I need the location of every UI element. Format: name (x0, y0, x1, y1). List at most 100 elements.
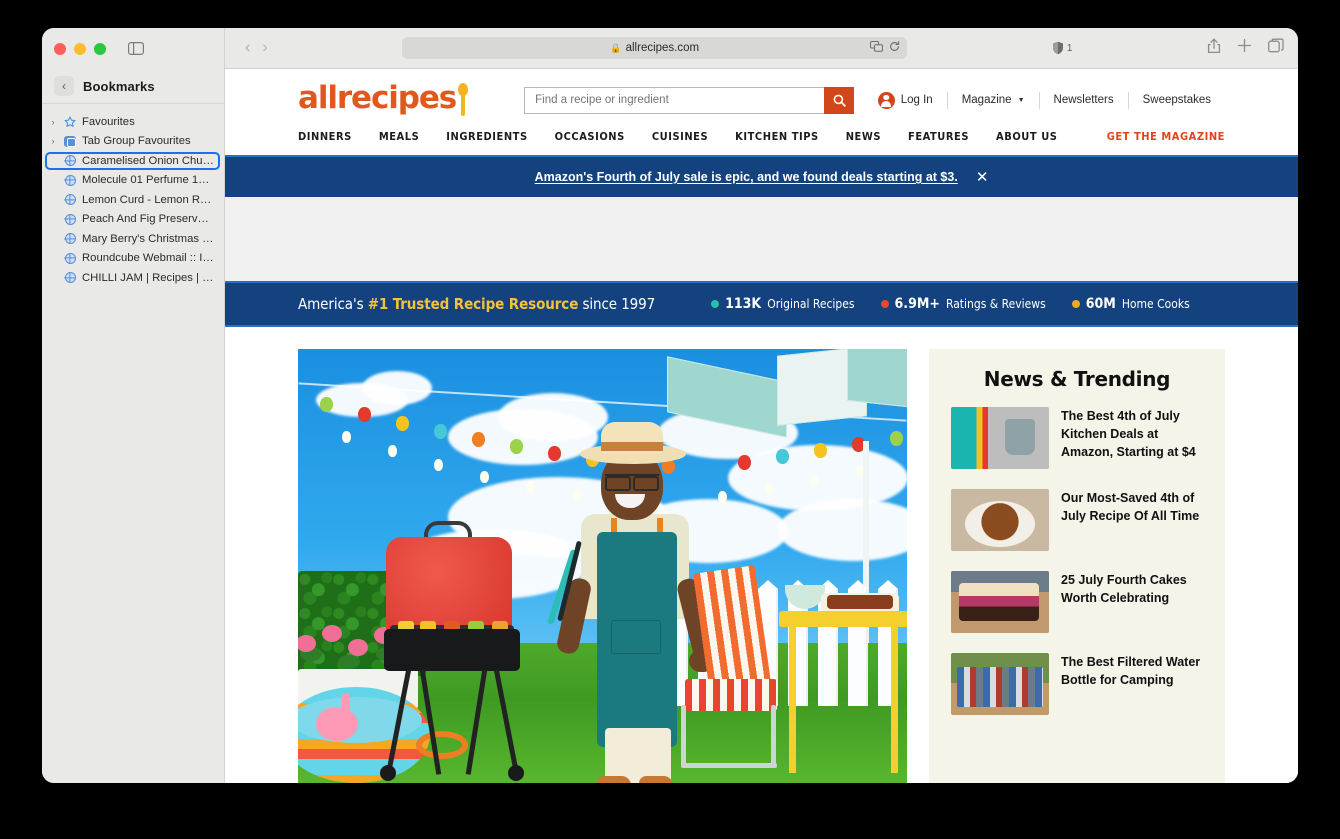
bookmark-item-lemon-curd[interactable]: Lemon Curd - Lemon Recip... (42, 190, 224, 210)
nav-item-features[interactable]: FEATURES (908, 130, 969, 143)
close-window-button[interactable] (54, 42, 66, 55)
tagline-prefix: America's (298, 295, 368, 313)
nav-item-dinners[interactable]: DINNERS (298, 130, 352, 143)
allrecipes-logo[interactable]: allrecipes (298, 83, 469, 117)
star-icon (63, 116, 77, 128)
salad-bowl (785, 585, 825, 609)
login-link[interactable]: Log In (864, 91, 947, 109)
bookmark-item-chilli-jam[interactable]: CHILLI JAM | Recipes | Nigel... (42, 268, 224, 288)
stat-label: Ratings & Reviews (945, 297, 1046, 311)
nav-item-occasions[interactable]: OCCASIONS (555, 130, 625, 143)
bookmark-label: Favourites (82, 115, 135, 128)
string-light-bulb (434, 424, 447, 439)
stat-value: 60M (1085, 296, 1116, 312)
news-item-title: The Best 4th of July Kitchen Deals at Am… (1061, 409, 1196, 460)
bookmark-item-caramelised-onion-chutney[interactable]: Caramelised Onion Chutney... (42, 151, 224, 171)
promo-banner: Amazon's Fourth of July sale is epic, an… (225, 155, 1298, 197)
advertisement-placeholder (225, 197, 1298, 283)
grill-wheel (380, 765, 396, 781)
nav-item-ingredients[interactable]: INGREDIENTS (446, 130, 527, 143)
promo-link[interactable]: Amazon's Fourth of July sale is epic, an… (535, 170, 958, 184)
shield-count: 1 (1066, 42, 1073, 54)
news-panel-title: News & Trending (983, 367, 1171, 391)
bookmark-item-molecule-01-perfume[interactable]: Molecule 01 Perfume 100ml... (42, 171, 224, 191)
globe-icon (63, 155, 77, 167)
share-icon[interactable] (1207, 38, 1221, 59)
globe-icon (63, 174, 77, 186)
nav-item-about-us[interactable]: ABOUT US (996, 130, 1057, 143)
main-content: News & Trending The Best 4th of July Kit… (225, 327, 1298, 783)
stat-home-cooks: 60M Home Cooks (1071, 296, 1190, 312)
bookmark-label: CHILLI JAM | Recipes | Nigel... (82, 271, 215, 284)
news-item-title: 25 July Fourth Cakes Worth Celebrating (1061, 573, 1187, 606)
webpage-content: allrecipes Find a recipe or ingredient L… (225, 69, 1298, 783)
window-controls-bar (42, 28, 224, 69)
minimize-window-button[interactable] (74, 42, 86, 55)
globe-icon (63, 252, 77, 264)
sidebar-back-button[interactable]: ‹ (54, 76, 74, 96)
bookmark-folder-favourites[interactable]: › Favourites (42, 112, 224, 132)
translate-icon[interactable] (870, 41, 884, 55)
stat-label: Home Cooks (1121, 297, 1190, 311)
grill-wheel (508, 765, 524, 781)
magazine-dropdown[interactable]: Magazine ▼ (948, 94, 1039, 106)
privacy-report-button[interactable]: 1 (1052, 41, 1073, 55)
sweepstakes-link[interactable]: Sweepstakes (1129, 94, 1225, 106)
url-text: allrecipes.com (625, 42, 700, 54)
news-item[interactable]: Our Most-Saved 4th of July Recipe Of All… (951, 489, 1203, 551)
chevron-right-icon[interactable]: › (48, 136, 58, 146)
nav-item-meals[interactable]: MEALS (379, 130, 419, 143)
site-search[interactable] (524, 86, 855, 114)
sidebar-toggle-icon[interactable] (128, 42, 144, 55)
close-icon[interactable]: ✕ (976, 170, 989, 185)
search-button[interactable] (824, 86, 855, 114)
news-item[interactable]: The Best 4th of July Kitchen Deals at Am… (951, 407, 1203, 469)
search-input[interactable] (524, 86, 825, 114)
spoon-icon (457, 83, 469, 117)
stat-label: Original Recipes (767, 297, 855, 311)
bookmark-item-roundcube-webmail[interactable]: Roundcube Webmail :: Inbox (42, 249, 224, 269)
site-header: allrecipes Find a recipe or ingredient L… (225, 69, 1298, 117)
globe-icon (63, 194, 77, 206)
flamingo-float (316, 693, 358, 741)
maximize-window-button[interactable] (94, 42, 106, 55)
magazine-label: Magazine (961, 94, 1012, 106)
bookmark-label: Molecule 01 Perfume 100ml... (82, 174, 215, 187)
nav-item-cuisines[interactable]: CUISINES (652, 130, 708, 143)
back-arrow-icon[interactable]: ‹ (245, 39, 250, 57)
forward-arrow-icon[interactable]: › (262, 39, 267, 57)
string-light-bulb (526, 481, 535, 493)
address-bar[interactable]: 🔒 allrecipes.com (402, 37, 908, 59)
lock-icon: 🔒 (610, 42, 622, 53)
newsletters-link[interactable]: Newsletters (1040, 94, 1128, 106)
news-and-trending-panel: News & Trending The Best 4th of July Kit… (929, 349, 1225, 783)
bookmark-item-peach-and-fig-preserves[interactable]: Peach And Fig Preserves Re... (42, 210, 224, 230)
bookmark-folder-tab-group-favourites[interactable]: › Tab Group Favourites (42, 132, 224, 152)
baked-beans-thumb (951, 489, 1049, 551)
nav-item-news[interactable]: NEWS (846, 130, 881, 143)
get-the-magazine-link[interactable]: GET THE MAGAZINE (1107, 130, 1225, 143)
news-item[interactable]: The Best Filtered Water Bottle for Campi… (951, 653, 1203, 715)
reload-icon[interactable] (889, 41, 900, 55)
status-dot (711, 300, 720, 308)
status-dot (1071, 300, 1080, 308)
grill-lid (386, 537, 512, 633)
chevron-right-icon[interactable]: › (48, 117, 58, 127)
string-light-bulb (810, 475, 819, 487)
newsletters-label: Newsletters (1053, 94, 1114, 106)
nav-item-kitchen-tips[interactable]: KITCHEN TIPS (735, 130, 819, 143)
traffic-lights[interactable] (54, 42, 106, 55)
account-avatar-icon (877, 91, 895, 109)
hero-image[interactable] (298, 349, 907, 783)
news-item[interactable]: 25 July Fourth Cakes Worth Celebrating (951, 571, 1203, 633)
water-bottles-thumb (951, 653, 1049, 715)
stats-banner: America's #1 Trusted Recipe Resource sin… (225, 283, 1298, 327)
desktop-background: ‹ Bookmarks › Favourites › Tab Group Fav… (0, 0, 1340, 839)
bookmark-item-mary-berrys-christmas-chutney[interactable]: Mary Berry's Christmas chu... (42, 229, 224, 249)
sweepstakes-label: Sweepstakes (1142, 94, 1211, 106)
news-item-title: Our Most-Saved 4th of July Recipe Of All… (1061, 491, 1200, 524)
plus-icon[interactable] (1237, 38, 1252, 58)
tabs-icon[interactable] (1268, 38, 1284, 58)
grilled-ribs (827, 595, 893, 609)
header-account-links: Log In Magazine ▼ Newsletters Sweepstake… (864, 91, 1225, 109)
